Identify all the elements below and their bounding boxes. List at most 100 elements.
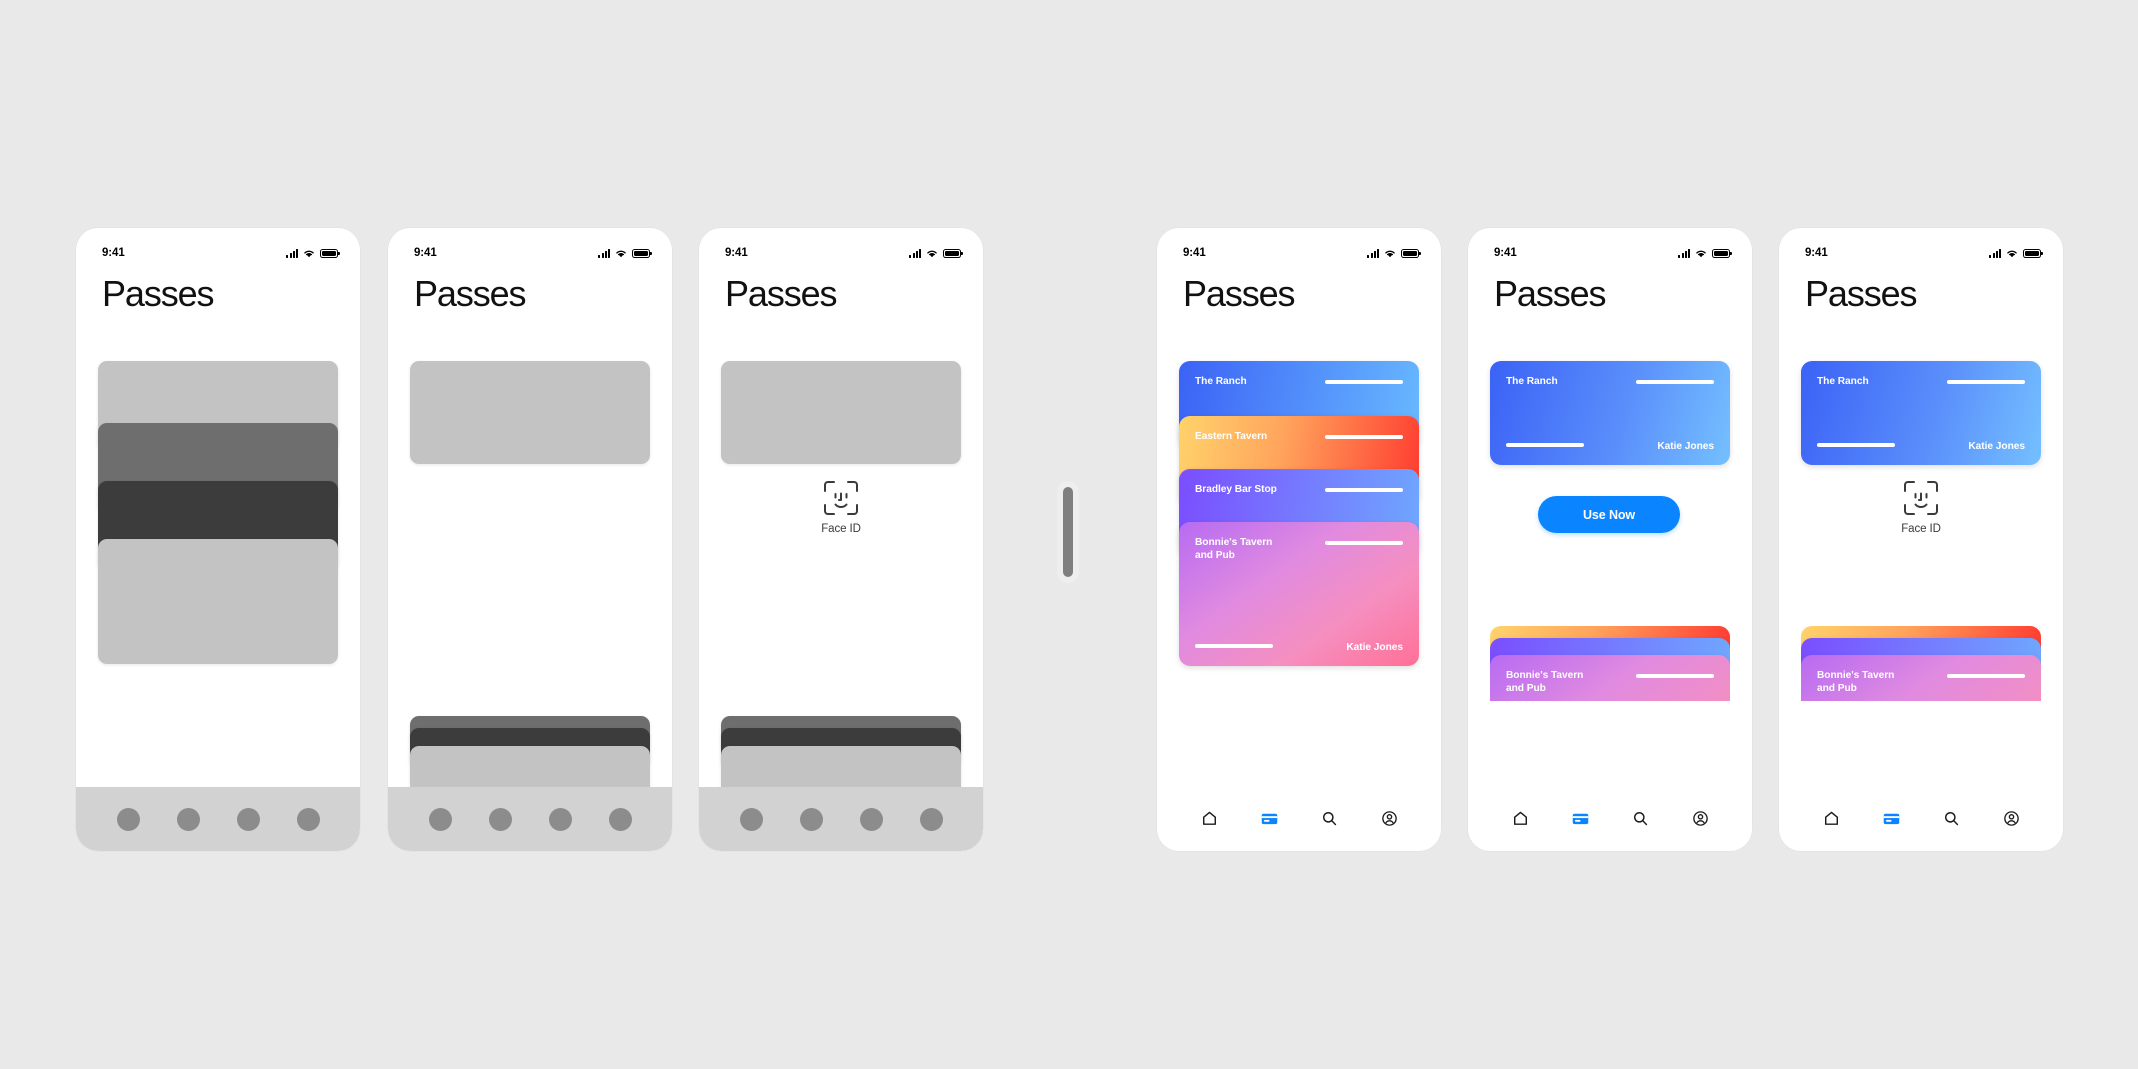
use-now-button[interactable]: Use Now — [1538, 496, 1680, 533]
tab-home[interactable] — [428, 807, 452, 831]
barcode-bar — [1636, 380, 1714, 384]
placeholder-card[interactable] — [98, 539, 338, 664]
pass-name: Eastern Tavern — [1195, 431, 1268, 442]
pass-card[interactable]: Bonnie's Tavern and Pub Katie Jones — [1179, 522, 1419, 666]
face-id-icon — [821, 478, 861, 518]
barcode-bar — [1325, 541, 1403, 545]
tab-search[interactable] — [1938, 805, 1964, 831]
pass-card-active[interactable]: The Ranch Katie Jones — [1490, 361, 1730, 465]
pass-holder: Katie Jones — [1346, 642, 1403, 653]
tab-profile[interactable] — [919, 807, 943, 831]
wifi-icon — [303, 249, 315, 258]
status-time: 9:41 — [1183, 247, 1206, 259]
pass-card[interactable]: Bonnie's Tavern and Pub — [1801, 655, 2041, 701]
status-icons — [1367, 248, 1421, 258]
battery-icon — [632, 248, 652, 258]
wifi-icon — [615, 249, 627, 258]
pass-name: Bradley Bar Stop — [1195, 484, 1277, 495]
tab-search[interactable] — [1316, 805, 1342, 831]
battery-icon — [943, 248, 963, 258]
status-icons — [909, 248, 963, 258]
placeholder-hero-card[interactable] — [410, 361, 650, 464]
battery-icon — [2023, 248, 2043, 258]
barcode-bar — [1636, 674, 1714, 678]
wifi-icon — [1695, 249, 1707, 258]
tab-bar — [1157, 793, 1441, 851]
tab-profile[interactable] — [608, 807, 632, 831]
placeholder-hero-card[interactable] — [721, 361, 961, 464]
tab-search[interactable] — [236, 807, 260, 831]
status-icons — [1989, 248, 2043, 258]
barcode-bar — [1947, 380, 2025, 384]
tab-home[interactable] — [1507, 805, 1533, 831]
tab-search[interactable] — [548, 807, 572, 831]
barcode-bar — [1817, 443, 1895, 447]
tab-profile[interactable] — [1998, 805, 2024, 831]
page-title: Passes — [1805, 273, 1918, 314]
battery-icon — [1401, 248, 1421, 258]
tab-passes[interactable] — [1256, 805, 1282, 831]
face-id-prompt[interactable]: Face ID — [699, 478, 983, 535]
tab-passes[interactable] — [1878, 805, 1904, 831]
page-title: Passes — [102, 273, 215, 314]
tab-bar — [1779, 793, 2063, 851]
pass-stack-upcoming: Bonnie's Tavern and Pub — [1801, 626, 2041, 701]
design-canvas: 9:41 Passes 9:41 Passes 9:41 Passes Face… — [0, 0, 2138, 1069]
screen-wireframe-faceid: 9:41 Passes Face ID — [699, 228, 983, 851]
tab-passes[interactable] — [488, 807, 512, 831]
cellular-signal-icon — [598, 248, 610, 258]
screen-wireframe-detail: 9:41 Passes — [388, 228, 672, 851]
pass-card[interactable]: Bonnie's Tavern and Pub — [1490, 655, 1730, 701]
barcode-bar — [1325, 488, 1403, 492]
face-id-label: Face ID — [1901, 523, 1941, 535]
screen-wireframe-list: 9:41 Passes — [76, 228, 360, 851]
tab-passes[interactable] — [1567, 805, 1593, 831]
barcode-bar — [1325, 380, 1403, 384]
tab-bar — [1468, 793, 1752, 851]
wifi-icon — [1384, 249, 1396, 258]
battery-icon — [320, 248, 340, 258]
status-time: 9:41 — [102, 247, 125, 259]
wireframe-card-stack — [98, 361, 338, 664]
tab-bar-wireframe — [699, 787, 983, 851]
tab-profile[interactable] — [1376, 805, 1402, 831]
tab-home[interactable] — [739, 807, 763, 831]
tab-passes[interactable] — [799, 807, 823, 831]
status-icons — [286, 248, 340, 258]
cellular-signal-icon — [909, 248, 921, 258]
tab-profile[interactable] — [296, 807, 320, 831]
status-bar: 9:41 — [1779, 228, 2063, 266]
tab-home[interactable] — [1196, 805, 1222, 831]
tab-home[interactable] — [1818, 805, 1844, 831]
tab-search[interactable] — [859, 807, 883, 831]
tab-search[interactable] — [1627, 805, 1653, 831]
screen-hifi-detail-use-now: 9:41 Passes The Ranch Katie Jones Use No… — [1468, 228, 1752, 851]
battery-icon — [1712, 248, 1732, 258]
tab-passes[interactable] — [176, 807, 200, 831]
cellular-signal-icon — [1989, 248, 2001, 258]
status-bar: 9:41 — [1468, 228, 1752, 266]
status-bar: 9:41 — [1157, 228, 1441, 266]
page-title: Passes — [725, 273, 838, 314]
fidelity-divider[interactable] — [1063, 487, 1073, 577]
page-title: Passes — [1494, 273, 1607, 314]
pass-holder: Katie Jones — [1657, 441, 1714, 452]
tab-profile[interactable] — [1687, 805, 1713, 831]
status-bar: 9:41 — [388, 228, 672, 266]
tab-bar-wireframe — [76, 787, 360, 851]
wifi-icon — [926, 249, 938, 258]
face-id-prompt[interactable]: Face ID — [1779, 478, 2063, 535]
pass-name: Bonnie's Tavern and Pub — [1506, 670, 1584, 695]
barcode-bar — [1325, 435, 1403, 439]
pass-card-active[interactable]: The Ranch Katie Jones — [1801, 361, 2041, 465]
status-icons — [1678, 248, 1732, 258]
pass-name: The Ranch — [1506, 376, 1558, 387]
face-id-icon — [1901, 478, 1941, 518]
status-bar: 9:41 — [76, 228, 360, 266]
barcode-bar — [1506, 443, 1584, 447]
page-title: Passes — [414, 273, 527, 314]
tab-home[interactable] — [116, 807, 140, 831]
pass-name: The Ranch — [1195, 376, 1247, 387]
status-icons — [598, 248, 652, 258]
page-title: Passes — [1183, 273, 1296, 314]
